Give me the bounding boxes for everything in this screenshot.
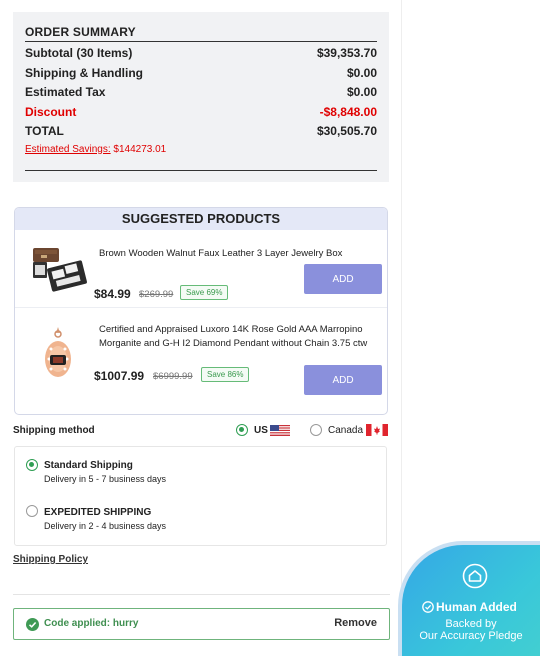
shipping-handling-label: Shipping & Handling (25, 65, 143, 80)
shipping-handling-value: $0.00 (346, 65, 377, 80)
jewelry-box-icon[interactable] (29, 246, 91, 296)
shipping-option-standard-subtitle: Delivery in 5 - 7 business days (44, 474, 167, 484)
remove-coupon-button[interactable]: Remove (334, 617, 377, 629)
canada-flag-icon (366, 424, 388, 436)
product-original-price: $269.99 (139, 289, 174, 300)
estimated-savings-value: $144273.01 (113, 143, 167, 155)
shipping-option-expedited-title[interactable]: EXPEDITED SHIPPING (44, 507, 151, 518)
human-added-title-text: Human Added (436, 600, 517, 614)
home-shield-icon (462, 563, 488, 589)
product-card: Certified and Appraised Luxoro 14K Rose … (15, 307, 387, 403)
check-circle-icon (26, 618, 39, 631)
content-edge-divider (401, 0, 402, 656)
shipping-handling-row: Shipping & Handling $0.00 (25, 64, 377, 84)
human-added-line1: Backed by (445, 618, 497, 630)
estimated-tax-value: $0.00 (346, 85, 377, 99)
pendant-icon[interactable] (29, 325, 87, 381)
total-row: TOTAL $30,505.70 (25, 122, 377, 142)
suggested-products: SUGGESTED PRODUCTS Brown Wooden Walnut F… (14, 207, 388, 415)
discount-row: Discount -$8,848.00 (25, 103, 377, 123)
shipping-method-label: Shipping method (13, 425, 95, 436)
product-save-badge: Save 86% (201, 367, 250, 382)
suggested-products-title: SUGGESTED PRODUCTS (15, 208, 387, 230)
order-summary-title: ORDER SUMMARY (25, 22, 377, 42)
product-name[interactable]: Certified and Appraised Luxoro 14K Rose … (99, 323, 375, 350)
add-jewelry-box-button[interactable]: ADD (304, 264, 382, 294)
shipping-policy-link[interactable]: Shipping Policy (13, 554, 88, 565)
order-summary: ORDER SUMMARY Subtotal (30 Items) $39,35… (13, 12, 389, 182)
product-price: $84.99 (94, 287, 131, 301)
summary-bottom-rule (25, 170, 377, 171)
shipping-option-radio-expedited[interactable] (26, 505, 38, 517)
shipping-option-standard-title[interactable]: Standard Shipping (44, 460, 133, 471)
product-card: Brown Wooden Walnut Faux Leather 3 Layer… (15, 230, 387, 307)
total-value: $30,505.70 (316, 124, 377, 138)
country-radio-canada[interactable] (310, 424, 322, 436)
coupon-applied-box: Code applied: hurry Remove (13, 608, 390, 640)
estimated-savings-label[interactable]: Estimated Savings: (25, 144, 111, 155)
human-added-badge[interactable]: Human Added Backed by Our Accuracy Pledg… (398, 541, 540, 656)
estimated-tax-label: Estimated Tax (25, 85, 106, 99)
country-label-us[interactable]: US (254, 425, 268, 436)
subtotal-row: Subtotal (30 Items) $39,353.70 (25, 44, 377, 64)
product-price: $1007.99 (94, 369, 145, 383)
add-pendant-button[interactable]: ADD (304, 365, 382, 395)
estimated-tax-row: Estimated Tax $0.00 (25, 83, 377, 103)
discount-label: Discount (25, 104, 77, 119)
estimated-savings: Estimated Savings: $144273.01 (25, 144, 377, 155)
shipping-options: Standard Shipping Delivery in 5 - 7 busi… (14, 446, 387, 546)
product-save-badge: Save 69% (180, 285, 229, 300)
coupon-applied-text: Code applied: hurry (44, 618, 139, 629)
product-name[interactable]: Brown Wooden Walnut Faux Leather 3 Layer… (99, 247, 375, 261)
shipping-option-expedited-subtitle: Delivery in 2 - 4 business days (44, 521, 167, 531)
discount-value: -$8,848.00 (319, 104, 377, 119)
subtotal-value: $39,353.70 (316, 46, 377, 60)
us-flag-icon (270, 425, 290, 436)
country-label-canada[interactable]: Canada (328, 425, 363, 436)
human-added-title: Human Added (420, 600, 517, 614)
product-original-price: $6999.99 (153, 371, 193, 382)
section-divider (13, 594, 390, 595)
shipping-option-radio-standard[interactable] (26, 459, 38, 471)
total-label: TOTAL (25, 124, 64, 138)
human-added-line2: Our Accuracy Pledge (419, 630, 523, 642)
country-radio-us[interactable] (236, 424, 248, 436)
subtotal-label: Subtotal (30 Items) (25, 46, 133, 60)
